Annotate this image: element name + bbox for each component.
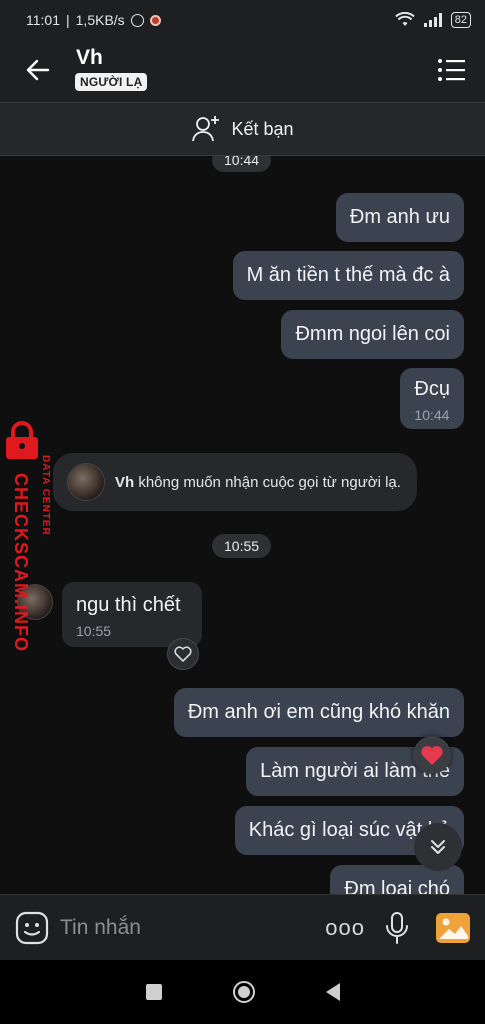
chat-header: Vh NGƯỜI LẠ [0,40,485,102]
message-text: Đcụ [414,378,450,400]
microphone-icon[interactable] [383,911,411,945]
recent-apps-button[interactable] [145,984,162,1000]
time-separator: 10:55 [212,534,272,558]
system-nav-bar [0,960,485,1024]
message-time: 10:55 [76,623,112,639]
system-message-name: Vh [115,473,135,491]
time-separator: 10:44 [212,156,272,172]
more-options-button[interactable]: ooo [325,915,365,941]
message-composer: Tin nhắn ooo [0,894,485,960]
list-menu-icon[interactable] [437,57,467,83]
message-bubble-outgoing[interactable]: Đm anh ưu [335,193,464,242]
sticker-icon[interactable] [14,910,50,946]
wifi-icon [395,12,415,26]
image-icon[interactable] [435,912,471,944]
status-divider: | [66,12,70,28]
add-user-icon [192,116,220,142]
message-list[interactable]: 10:44 Đm anh ưu M ăn tiền t thế mà đc à … [0,156,485,894]
message-text: ngu thì chết [76,594,181,616]
back-button[interactable] [325,983,340,1001]
heart-filled-icon [421,745,443,765]
message-input[interactable]: Tin nhắn [60,916,325,940]
watermark-title: CHECKSCAM.INFO [11,473,31,652]
home-button[interactable] [232,981,255,1003]
battery-indicator: 82 [450,12,471,28]
message-bubble-outgoing[interactable]: Đm anh ơi em cũng khó khăn [173,688,464,737]
react-heart-button[interactable] [167,638,199,670]
stranger-badge: NGƯỜI LẠ [75,73,148,91]
network-speed: 1,5KB/s [75,12,125,28]
heart-outline-icon [174,646,192,662]
signal-icon [423,13,442,27]
add-friend-label: Kết bạn [231,118,294,139]
avatar [67,463,105,501]
watermark: CHECKSCAM.INFO DATA CENTER [4,420,54,660]
status-bar: 11:01 | 1,5KB/s 82 [0,0,485,40]
heart-reaction[interactable] [413,736,451,774]
chevron-double-down-icon [431,840,445,854]
message-bubble-outgoing[interactable]: M ăn tiền t thế mà đc à [232,251,464,300]
system-message: Vh không muốn nhận cuộc gọi từ người lạ. [53,453,417,511]
system-message-text: không muốn nhận cuộc gọi từ người lạ. [138,473,401,491]
message-bubble-outgoing[interactable]: Đmm ngoi lên coi [281,310,464,359]
alarm-icon [130,13,144,27]
scroll-to-bottom-button[interactable] [414,823,462,871]
message-time: 10:44 [414,407,450,423]
contact-name[interactable]: Vh [76,46,103,70]
watermark-subtitle: DATA CENTER [40,455,51,536]
add-friend-button[interactable]: Kết bạn [0,102,485,156]
status-time: 11:01 [26,12,60,28]
app-notification-icon [149,14,161,26]
message-bubble-outgoing[interactable]: Đcụ 10:44 [400,368,464,429]
arrow-left-icon[interactable] [22,54,54,86]
